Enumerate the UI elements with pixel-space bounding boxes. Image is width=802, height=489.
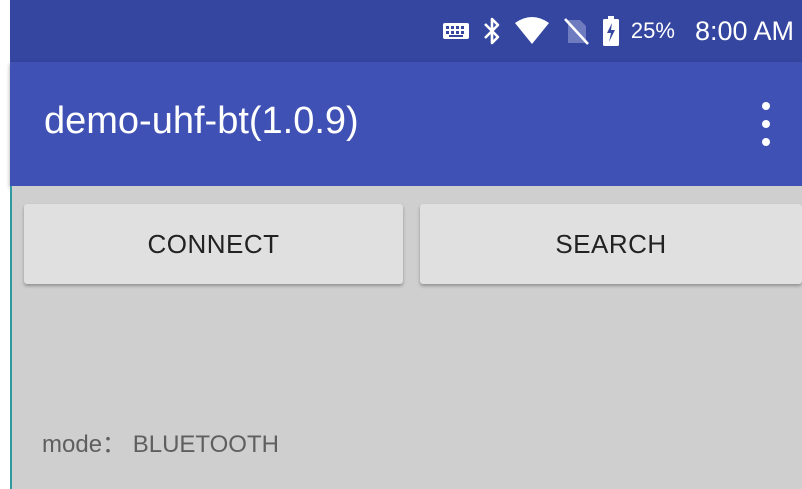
status-time: 8:00 AM — [694, 15, 794, 46]
battery-percent: 25% — [630, 18, 675, 43]
overflow-menu-icon[interactable] — [754, 102, 778, 146]
mode-value: BLUETOOTH — [132, 431, 279, 458]
main-content: CONNECT SEARCH mode： BLUETOOTH — [10, 186, 802, 489]
app-title: demo-uhf-bt(1.0.9) — [44, 100, 359, 142]
app-bar: demo-uhf-bt(1.0.9) — [10, 62, 802, 186]
wifi-icon — [514, 17, 549, 45]
screen-edge — [0, 0, 10, 489]
connect-button[interactable]: CONNECT — [24, 204, 403, 284]
bluetooth-icon — [483, 16, 501, 46]
menu-dot — [762, 120, 770, 128]
menu-dot — [762, 102, 770, 110]
mode-label: mode： — [42, 431, 127, 458]
search-button[interactable]: SEARCH — [420, 204, 802, 284]
menu-dot — [762, 138, 770, 146]
mode-status: mode： BLUETOOTH — [42, 424, 279, 459]
battery-charging-icon — [602, 16, 619, 46]
keyboard-icon — [442, 23, 469, 39]
status-bar: 25% 8:00 AM — [10, 0, 802, 62]
no-sim-icon — [563, 16, 589, 46]
